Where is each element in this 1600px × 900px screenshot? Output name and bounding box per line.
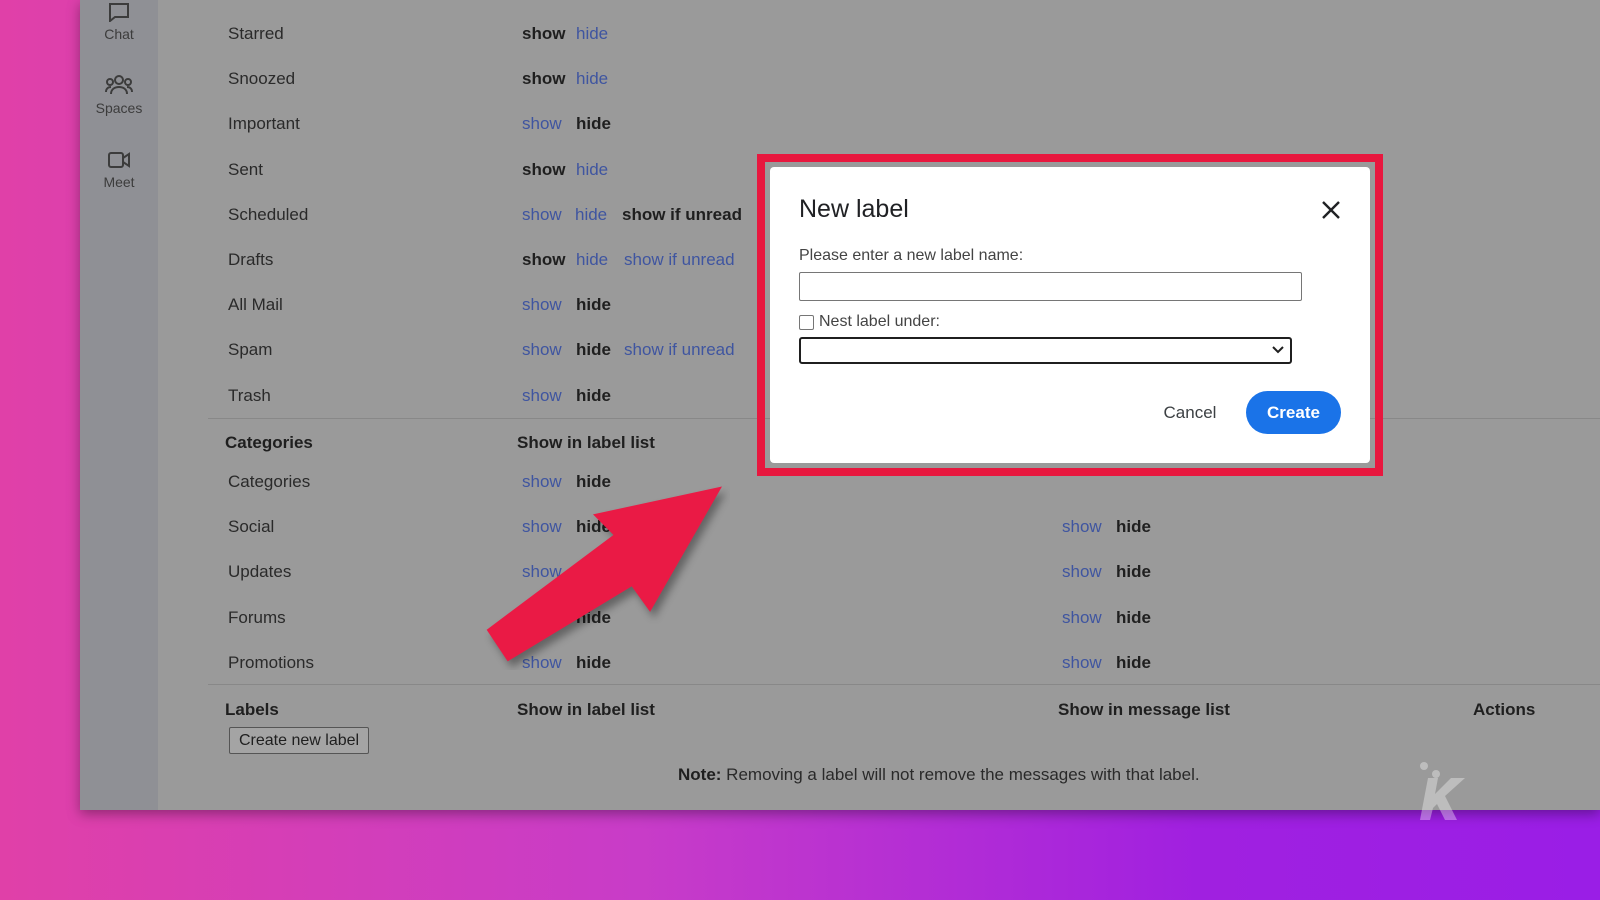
- note-text: Note: Removing a label will not remove t…: [678, 765, 1200, 785]
- labels-header: Labels: [225, 700, 279, 719]
- option-show-if-unread[interactable]: show if unread: [624, 340, 735, 360]
- option-hide: hide: [1116, 562, 1151, 582]
- option-hide: hide: [576, 114, 611, 134]
- nest-label-select[interactable]: [799, 337, 1292, 364]
- rail-item-label: Spaces: [95, 100, 143, 116]
- knowtechie-logo: [1420, 762, 1465, 820]
- option-hide: hide: [1116, 607, 1151, 627]
- option-hide: hide: [576, 340, 611, 360]
- option-show-if-unread[interactable]: show if unread: [624, 250, 735, 270]
- option-show[interactable]: show: [522, 340, 562, 360]
- system-label-name: Trash: [228, 385, 271, 405]
- note-bold: Note:: [678, 765, 722, 784]
- option-show[interactable]: show: [522, 295, 562, 315]
- create-button[interactable]: Create: [1246, 391, 1341, 434]
- option-hide[interactable]: hide: [576, 160, 608, 180]
- option-show[interactable]: show: [522, 386, 562, 406]
- category-name: Categories: [228, 472, 311, 491]
- labels-col-message-header: Show in message list: [1058, 700, 1230, 719]
- option-show: show: [522, 250, 566, 269]
- rail-item-label: Meet: [103, 174, 135, 190]
- dialog-title: New label: [799, 195, 909, 223]
- spaces-icon: [105, 75, 133, 95]
- categories-col-header: Show in label list: [517, 433, 655, 452]
- system-label-name: Important: [228, 114, 300, 134]
- category-name: Social: [228, 517, 275, 537]
- option-show[interactable]: show: [522, 205, 562, 225]
- label-name-prompt: Please enter a new label name:: [799, 247, 1024, 264]
- option-hide[interactable]: hide: [576, 250, 608, 270]
- cancel-button[interactable]: Cancel: [1143, 392, 1237, 434]
- option-hide[interactable]: hide: [576, 69, 608, 89]
- option-hide: hide: [576, 385, 611, 405]
- category-name: Forums: [228, 607, 286, 627]
- rail-item-label: Chat: [104, 26, 134, 42]
- option-show: show: [522, 24, 566, 43]
- system-label-name: Sent: [228, 159, 263, 179]
- section-divider: [208, 684, 1600, 685]
- option-show: show: [522, 159, 566, 179]
- chat-icon: [109, 3, 129, 22]
- rail-item-meet[interactable]: Meet: [80, 150, 158, 190]
- option-hide[interactable]: hide: [575, 205, 607, 225]
- note-body: Removing a label will not remove the mes…: [721, 765, 1200, 784]
- option-show[interactable]: show: [1062, 653, 1102, 673]
- labels-col-actions-header: Actions: [1473, 700, 1536, 719]
- create-new-label-button[interactable]: Create new label: [229, 727, 370, 754]
- close-icon[interactable]: [1318, 197, 1344, 223]
- chevron-down-icon: [1272, 346, 1284, 354]
- option-show[interactable]: show: [1062, 562, 1102, 582]
- label-name-input[interactable]: [799, 272, 1302, 301]
- system-label-name: Snoozed: [228, 69, 296, 89]
- option-show[interactable]: show: [1062, 608, 1102, 628]
- category-name: Promotions: [228, 652, 314, 672]
- nest-label-text: Nest label under:: [819, 313, 940, 330]
- option-show: show: [522, 69, 566, 89]
- option-hide: hide: [1116, 652, 1151, 672]
- system-label-name: Starred: [228, 24, 284, 43]
- side-rail: Chat Spaces Meet: [80, 0, 158, 810]
- meet-icon: [108, 152, 130, 168]
- nest-label-checkbox[interactable]: [799, 314, 814, 330]
- rail-item-spaces[interactable]: Spaces: [80, 74, 158, 116]
- system-label-name: Drafts: [228, 250, 274, 269]
- option-show[interactable]: show: [522, 114, 562, 134]
- option-hide: hide: [576, 295, 611, 315]
- category-name: Updates: [228, 562, 292, 582]
- system-label-name: All Mail: [228, 295, 283, 315]
- new-label-dialog: New label Please enter a new label name:…: [770, 167, 1370, 463]
- red-pointer-arrow: [486, 486, 722, 662]
- option-hide[interactable]: hide: [576, 24, 608, 44]
- option-show-if-unread: show if unread: [622, 204, 742, 224]
- labels-col-list-header: Show in label list: [517, 700, 655, 719]
- option-show[interactable]: show: [1062, 517, 1102, 537]
- nest-label-checkbox-row[interactable]: Nest label under:: [799, 313, 940, 331]
- rail-item-chat[interactable]: Chat: [80, 2, 158, 42]
- categories-header: Categories: [225, 433, 313, 452]
- option-hide: hide: [1116, 517, 1151, 537]
- system-label-name: Scheduled: [228, 204, 309, 224]
- system-label-name: Spam: [228, 340, 273, 360]
